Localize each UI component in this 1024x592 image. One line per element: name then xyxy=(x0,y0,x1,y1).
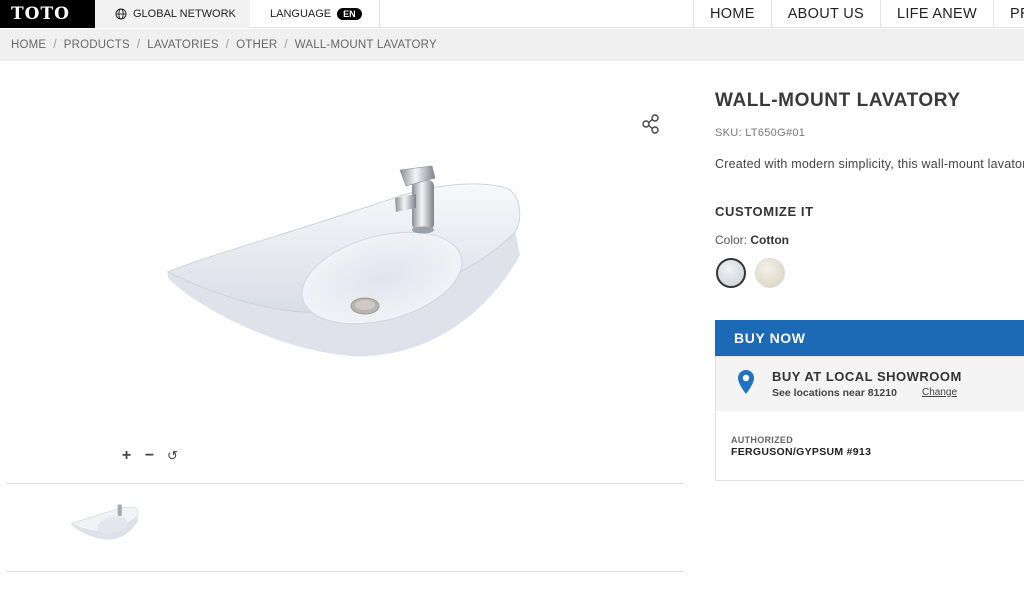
main-nav: HOME ABOUT US LIFE ANEW PR xyxy=(693,0,1024,28)
zoom-in-icon[interactable]: + xyxy=(120,447,133,465)
breadcrumb-separator: / xyxy=(53,39,57,51)
nav-products[interactable]: PR xyxy=(993,0,1024,28)
thumbnail-image[interactable] xyxy=(70,500,140,544)
nav-life-anew[interactable]: LIFE ANEW xyxy=(879,0,993,28)
breadcrumb: HOME / PRODUCTS / LAVATORIES / OTHER / W… xyxy=(0,29,1024,61)
selected-color-name: Cotton xyxy=(750,233,790,247)
buy-now-button[interactable]: BUY NOW xyxy=(715,320,1024,356)
breadcrumb-products[interactable]: PRODUCTS xyxy=(64,39,130,51)
location-pin-icon xyxy=(738,370,754,394)
zoom-controls: + − ↺ xyxy=(120,447,179,465)
change-location-link[interactable]: Change xyxy=(922,387,957,398)
reset-zoom-icon[interactable]: ↺ xyxy=(166,448,179,464)
breadcrumb-separator: / xyxy=(225,39,230,51)
global-network-label: GLOBAL NETWORK xyxy=(133,8,236,20)
swatch-beige[interactable] xyxy=(755,258,785,288)
showroom-panel: BUY AT LOCAL SHOWROOM See locations near… xyxy=(715,356,1024,481)
showroom-header[interactable]: BUY AT LOCAL SHOWROOM See locations near… xyxy=(716,357,1024,411)
product-title: WALL-MOUNT LAVATORY xyxy=(715,90,961,111)
color-label: Color: Cotton xyxy=(715,233,789,247)
language-selector[interactable]: LANGUAGE EN xyxy=(250,0,380,28)
language-label: LANGUAGE xyxy=(270,8,332,20)
showroom-title: BUY AT LOCAL SHOWROOM xyxy=(772,369,962,384)
breadcrumb-other[interactable]: OTHER xyxy=(236,39,277,51)
breadcrumb-separator: / xyxy=(284,39,288,51)
dealer-name[interactable]: FERGUSON/GYPSUM #913 xyxy=(731,446,871,458)
gallery-divider xyxy=(6,483,685,484)
swatch-cotton[interactable] xyxy=(716,258,746,288)
language-code-badge: EN xyxy=(337,8,362,20)
breadcrumb-current: WALL-MOUNT LAVATORY xyxy=(294,39,437,51)
nav-home[interactable]: HOME xyxy=(693,0,771,28)
breadcrumb-home[interactable]: HOME xyxy=(11,39,46,51)
breadcrumb-lavatories[interactable]: LAVATORIES xyxy=(147,39,218,51)
global-network-link[interactable]: GLOBAL NETWORK xyxy=(95,0,250,28)
customize-heading: CUSTOMIZE IT xyxy=(715,204,814,219)
authorized-label: AUTHORIZED xyxy=(731,435,793,445)
product-sku: SKU: LT650G#01 xyxy=(715,127,806,139)
top-bar: TOTO GLOBAL NETWORK LANGUAGE EN HOME ABO… xyxy=(0,0,1024,28)
thumbnail-divider xyxy=(6,571,685,572)
product-description: Created with modern simplicity, this wal… xyxy=(715,157,1024,171)
breadcrumb-separator: / xyxy=(136,39,141,51)
share-icon[interactable] xyxy=(641,114,661,134)
color-label-text: Color: xyxy=(715,233,748,247)
globe-icon xyxy=(115,8,127,20)
nav-about-us[interactable]: ABOUT US xyxy=(770,0,880,28)
zoom-out-icon[interactable]: − xyxy=(143,447,156,465)
product-image[interactable] xyxy=(160,160,530,365)
showroom-location: See locations near 81210 xyxy=(772,387,897,399)
toto-logo[interactable]: TOTO xyxy=(0,0,95,28)
